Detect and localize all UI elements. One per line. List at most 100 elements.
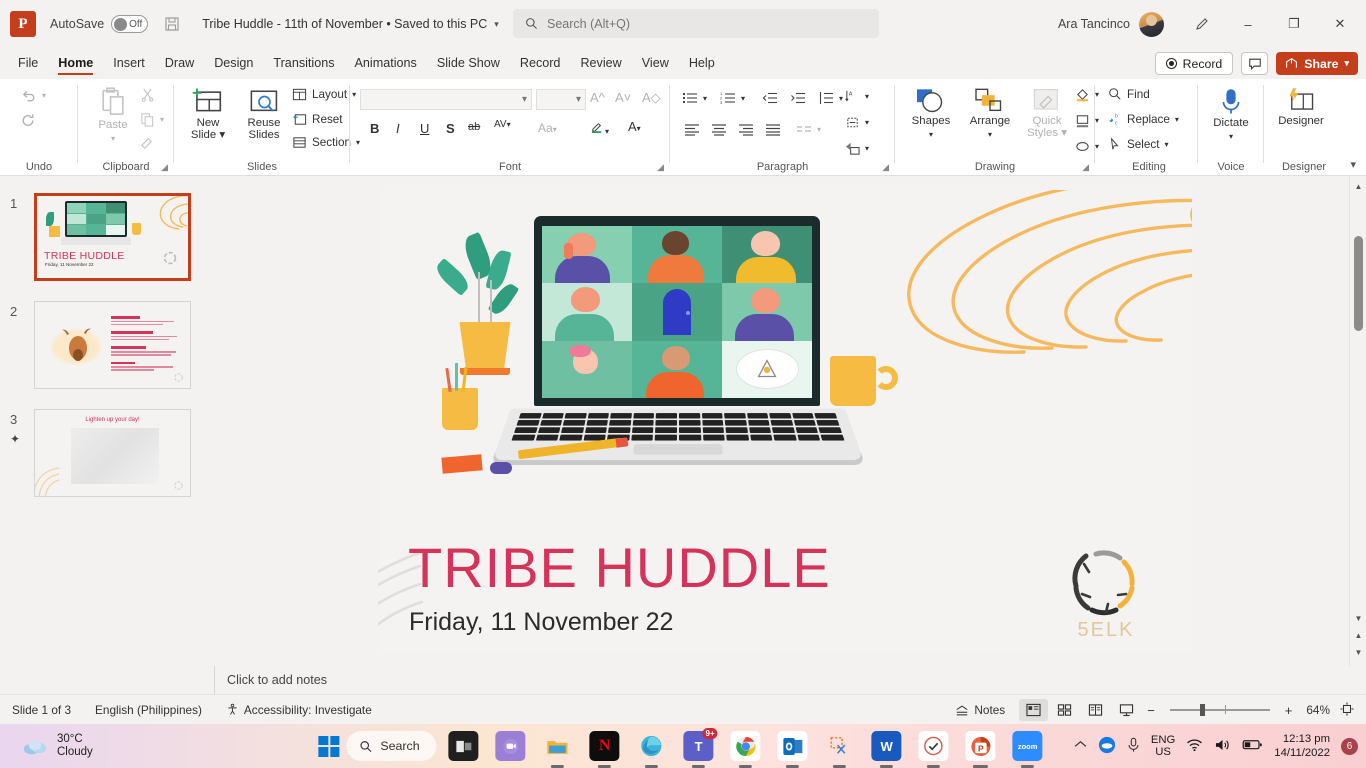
layout-button[interactable]: Layout ▾ xyxy=(292,87,356,102)
paragraph-dialog-launcher[interactable]: ◢ xyxy=(882,162,889,173)
view-reading-button[interactable] xyxy=(1081,699,1110,721)
microsoft-edge-icon[interactable] xyxy=(637,731,667,761)
comments-button[interactable] xyxy=(1241,52,1269,75)
task-view-icon[interactable] xyxy=(448,731,479,761)
find-button[interactable]: Find xyxy=(1108,87,1150,101)
line-spacing-button[interactable]: ▾ xyxy=(818,91,843,105)
font-color-button[interactable]: A▾ xyxy=(628,119,641,134)
justify-button[interactable] xyxy=(765,123,781,136)
cut-button[interactable] xyxy=(140,87,155,102)
share-chevron-icon[interactable]: ▾ xyxy=(1344,58,1349,69)
zoom-in-button[interactable]: + xyxy=(1281,703,1297,718)
microphone-icon[interactable] xyxy=(1127,737,1140,756)
align-text-button[interactable]: ▾ xyxy=(845,115,869,130)
thumbnail-slide-3[interactable]: 3 ✦ Lighten up your day! xyxy=(0,406,214,502)
view-slide-sorter-button[interactable] xyxy=(1050,699,1079,721)
tab-view[interactable]: View xyxy=(632,52,679,75)
bold-button[interactable]: B xyxy=(370,121,379,136)
weather-widget[interactable]: 30°C Cloudy xyxy=(22,733,93,759)
clipboard-dialog-launcher[interactable]: ◢ xyxy=(161,162,168,173)
thumbnail-image-3[interactable]: Lighten up your day! xyxy=(34,409,191,497)
slide-editing-area[interactable]: TRIBE HUDDLE Friday, 11 November 22 5ELK xyxy=(214,176,1342,666)
vertical-scrollbar[interactable]: ▲ ▼ ▲ ▼ xyxy=(1349,176,1366,666)
tab-animations[interactable]: Animations xyxy=(345,52,427,75)
redo-button[interactable] xyxy=(20,112,37,129)
share-button[interactable]: Share ▾ xyxy=(1276,52,1358,75)
todo-icon[interactable] xyxy=(918,731,949,761)
drawing-dialog-launcher[interactable]: ◢ xyxy=(1082,162,1089,173)
tab-home[interactable]: Home xyxy=(48,52,103,75)
powerpoint-icon[interactable]: P xyxy=(965,731,996,768)
messenger-icon[interactable] xyxy=(495,731,526,761)
quick-styles-button[interactable]: Quick Styles ▾ xyxy=(1021,87,1073,139)
minimize-button[interactable]: – xyxy=(1226,5,1270,43)
decrease-font-size-button[interactable]: A˅ xyxy=(615,90,631,105)
microsoft-teams-icon[interactable]: T 9+ xyxy=(683,728,718,761)
text-shadow-button[interactable]: S xyxy=(446,121,455,136)
snipping-tool-icon[interactable] xyxy=(825,731,855,761)
thumbnail-slide-2[interactable]: 2 xyxy=(0,298,214,394)
accessibility-status[interactable]: Accessibility: Investigate xyxy=(214,703,384,717)
text-direction-button[interactable]: A ▾ xyxy=(845,89,869,104)
thumbnail-slide-1[interactable]: 1 TRIBE HUDDLE Friday, 11 November 22 xyxy=(0,190,214,286)
zoom-slider[interactable] xyxy=(1169,704,1270,716)
scroll-up-icon[interactable]: ▲ xyxy=(1350,178,1366,194)
tab-record[interactable]: Record xyxy=(510,52,571,75)
replace-button[interactable]: ◕ b c Replace ▾ xyxy=(1108,112,1179,127)
tab-slide-show[interactable]: Slide Show xyxy=(427,52,510,75)
slide-subtitle[interactable]: Friday, 11 November 22 xyxy=(409,608,673,637)
tab-help[interactable]: Help xyxy=(679,52,725,75)
onedrive-icon[interactable] xyxy=(1098,736,1116,757)
volume-icon[interactable] xyxy=(1214,738,1231,755)
record-button[interactable]: Record xyxy=(1154,52,1234,75)
file-explorer-icon[interactable] xyxy=(543,731,573,761)
slide-thumbnail-pane[interactable]: 1 TRIBE HUDDLE Friday, 11 November 22 2 … xyxy=(0,176,214,666)
start-button[interactable] xyxy=(318,735,340,757)
wifi-icon[interactable] xyxy=(1186,738,1203,755)
font-size-combo[interactable]: ▾ xyxy=(536,89,586,110)
language-indicator[interactable]: English (Philippines) xyxy=(83,703,214,717)
tab-insert[interactable]: Insert xyxy=(103,52,155,75)
convert-to-smartart-button[interactable]: ▾ xyxy=(845,141,869,156)
taskbar-search[interactable]: Search xyxy=(346,731,437,761)
restore-button[interactable]: ❐ xyxy=(1272,5,1316,43)
close-button[interactable]: ✕ xyxy=(1318,5,1362,43)
numbering-button[interactable]: 1 2 3 ▾ xyxy=(720,91,745,105)
shape-fill-button[interactable]: ▾ xyxy=(1075,87,1099,102)
pen-icon[interactable] xyxy=(1180,5,1224,43)
undo-button[interactable]: ▾ xyxy=(20,87,46,104)
format-painter-button[interactable] xyxy=(140,135,155,150)
notes-pane[interactable]: Click to add notes xyxy=(214,666,1366,694)
align-center-button[interactable] xyxy=(711,123,727,136)
shape-effects-button[interactable]: ▾ xyxy=(1075,139,1099,154)
autosave-control[interactable]: AutoSave Off xyxy=(50,15,149,33)
zoom-level[interactable]: 64% xyxy=(1298,703,1338,717)
previous-slide-icon[interactable]: ▲ xyxy=(1350,627,1366,643)
slide-counter[interactable]: Slide 1 of 3 xyxy=(0,703,83,717)
align-left-button[interactable] xyxy=(684,123,700,136)
zoom-icon[interactable]: zoom xyxy=(1012,731,1043,761)
new-slide-button[interactable]: New Slide ▾ xyxy=(180,87,236,141)
underline-button[interactable]: U xyxy=(420,121,429,136)
tab-draw[interactable]: Draw xyxy=(155,52,204,75)
clock[interactable]: 12:13 pm 14/11/2022 xyxy=(1274,732,1330,760)
dictate-button[interactable]: Dictate ▾ xyxy=(1206,87,1256,143)
fit-to-window-button[interactable] xyxy=(1340,701,1360,719)
current-slide[interactable]: TRIBE HUDDLE Friday, 11 November 22 5ELK xyxy=(378,190,1192,652)
designer-button[interactable]: Designer xyxy=(1272,87,1330,128)
avatar[interactable] xyxy=(1139,11,1164,37)
font-name-combo[interactable]: ▾ xyxy=(360,89,532,110)
shapes-button[interactable]: Shapes ▾ xyxy=(903,87,959,141)
view-slide-show-button[interactable] xyxy=(1112,699,1141,721)
scroll-down-icon[interactable]: ▼ xyxy=(1350,610,1366,626)
copy-button[interactable]: ▾ xyxy=(140,112,164,127)
thumbnail-image-2[interactable] xyxy=(34,301,191,389)
google-chrome-icon[interactable] xyxy=(730,731,761,761)
tab-review[interactable]: Review xyxy=(570,52,631,75)
reuse-slides-button[interactable]: Reuse Slides xyxy=(238,87,290,141)
notes-toggle-button[interactable]: Notes xyxy=(943,703,1017,717)
change-case-button[interactable]: Aa▾ xyxy=(538,121,557,135)
bullets-button[interactable]: ▾ xyxy=(682,91,707,105)
autosave-toggle[interactable]: Off xyxy=(111,15,149,33)
tab-design[interactable]: Design xyxy=(204,52,263,75)
